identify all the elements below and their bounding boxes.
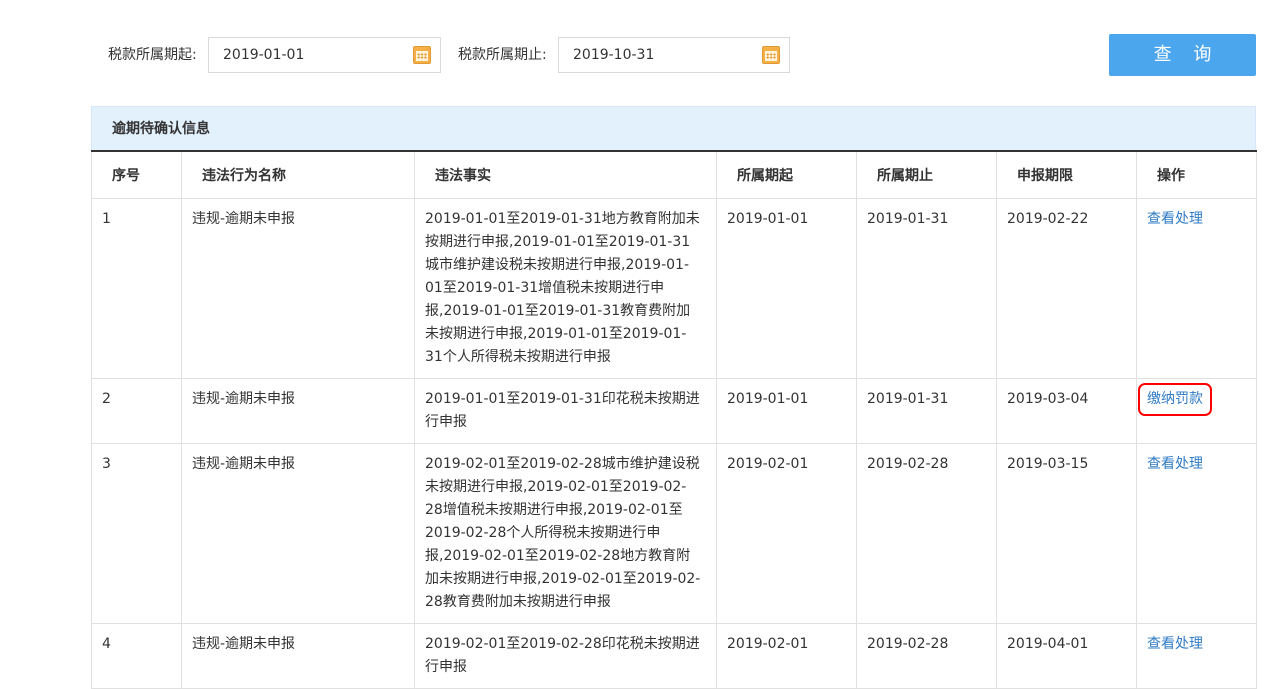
cell-fact: 2019-02-01至2019-02-28印花税未按期进行申报: [414, 623, 717, 689]
view-handle-link[interactable]: 查看处理: [1147, 633, 1203, 656]
filter-bar: 税款所属期起: 2019-01-01 税款所属期止: 2019-10-31: [0, 37, 1271, 74]
pay-fine-link[interactable]: 缴纳罚款: [1138, 383, 1212, 416]
table-header-row: 序号 违法行为名称 违法事实 所属期起 所属期止 申报期限 操作: [91, 151, 1257, 199]
cell-name: 违规-逾期未申报: [181, 623, 415, 689]
calendar-icon[interactable]: [762, 46, 780, 64]
cell-name: 违规-逾期未申报: [181, 198, 415, 379]
col-header-name: 违法行为名称: [181, 151, 415, 199]
col-header-period-end: 所属期止: [856, 151, 997, 199]
cell-period-start: 2019-01-01: [716, 198, 857, 379]
col-header-no: 序号: [91, 151, 182, 199]
start-period-label: 税款所属期起:: [108, 47, 197, 63]
start-period-input[interactable]: 2019-01-01: [208, 37, 441, 73]
col-header-action: 操作: [1136, 151, 1257, 199]
query-button[interactable]: 查 询: [1109, 34, 1256, 76]
view-handle-link[interactable]: 查看处理: [1147, 453, 1203, 476]
col-header-deadline: 申报期限: [996, 151, 1137, 199]
table-row: 3 违规-逾期未申报 2019-02-01至2019-02-28城市维护建设税未…: [91, 443, 1257, 624]
cell-deadline: 2019-04-01: [996, 623, 1137, 689]
cell-period-start: 2019-02-01: [716, 623, 857, 689]
cell-no: 3: [91, 443, 182, 624]
cell-deadline: 2019-03-04: [996, 378, 1137, 444]
end-period-label: 税款所属期止:: [458, 47, 547, 63]
table-row: 4 违规-逾期未申报 2019-02-01至2019-02-28印花税未按期进行…: [91, 623, 1257, 689]
cell-action: 查看处理: [1136, 443, 1257, 624]
cell-no: 4: [91, 623, 182, 689]
end-period-input[interactable]: 2019-10-31: [558, 37, 790, 73]
cell-no: 1: [91, 198, 182, 379]
view-handle-link[interactable]: 查看处理: [1147, 208, 1203, 231]
table-row: 2 违规-逾期未申报 2019-01-01至2019-01-31印花税未按期进行…: [91, 378, 1257, 444]
cell-action: 查看处理: [1136, 623, 1257, 689]
col-header-period-start: 所属期起: [716, 151, 857, 199]
cell-period-end: 2019-02-28: [856, 623, 997, 689]
cell-period-end: 2019-02-28: [856, 443, 997, 624]
cell-fact: 2019-02-01至2019-02-28城市维护建设税未按期进行申报,2019…: [414, 443, 717, 624]
cell-fact: 2019-01-01至2019-01-31地方教育附加未按期进行申报,2019-…: [414, 198, 717, 379]
cell-period-end: 2019-01-31: [856, 378, 997, 444]
end-period-value: 2019-10-31: [573, 47, 655, 63]
start-period-value: 2019-01-01: [223, 47, 305, 63]
cell-no: 2: [91, 378, 182, 444]
cell-period-start: 2019-01-01: [716, 378, 857, 444]
calendar-icon[interactable]: [413, 46, 431, 64]
col-header-fact: 违法事实: [414, 151, 717, 199]
cell-name: 违规-逾期未申报: [181, 378, 415, 444]
cell-deadline: 2019-02-22: [996, 198, 1137, 379]
cell-action: 缴纳罚款: [1136, 378, 1257, 444]
cell-action: 查看处理: [1136, 198, 1257, 379]
cell-deadline: 2019-03-15: [996, 443, 1137, 624]
cell-period-end: 2019-01-31: [856, 198, 997, 379]
overdue-panel: 逾期待确认信息 序号 违法行为名称 违法事实 所属期起 所属期止 申报期限 操作: [91, 106, 1257, 689]
panel-title: 逾期待确认信息: [91, 106, 1256, 150]
cell-fact: 2019-01-01至2019-01-31印花税未按期进行申报: [414, 378, 717, 444]
cell-name: 违规-逾期未申报: [181, 443, 415, 624]
cell-period-start: 2019-02-01: [716, 443, 857, 624]
table-row: 1 违规-逾期未申报 2019-01-01至2019-01-31地方教育附加未按…: [91, 198, 1257, 379]
overdue-table: 序号 违法行为名称 违法事实 所属期起 所属期止 申报期限 操作 1 违规-逾期…: [91, 150, 1257, 689]
